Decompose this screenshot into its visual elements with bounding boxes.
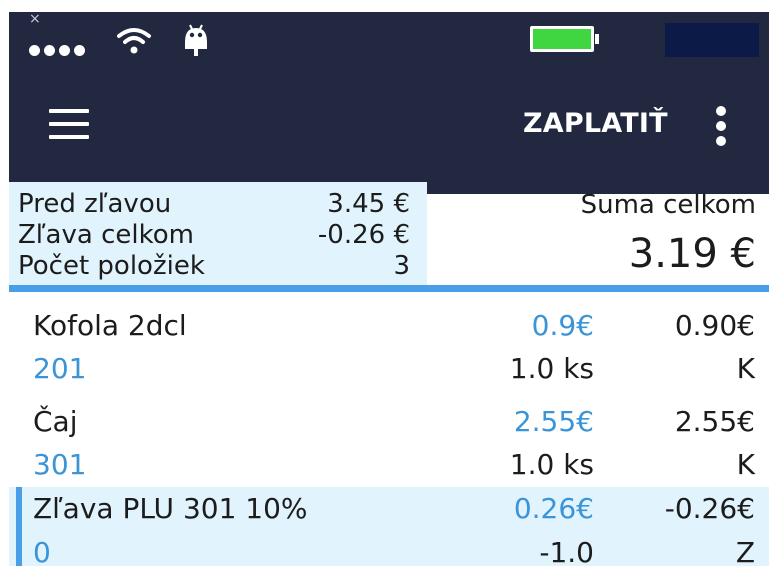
item-total: 0.90€ (674, 309, 755, 342)
receipt-item[interactable]: Kofola 2dcl 0.9€ 0.90€ 201 1.0 ks K (9, 292, 769, 388)
selection-accent (16, 487, 22, 566)
subtotal-value: 3.45 € (327, 189, 410, 219)
item-total: 2.55€ (674, 405, 755, 438)
more-vert-icon[interactable] (709, 104, 733, 148)
signal-strength-icon (29, 45, 85, 56)
battery-icon (530, 26, 599, 52)
subtotal-label: Pred zľavou (18, 189, 172, 219)
receipt-item-discount[interactable]: Zľava PLU 301 10% 0.26€ -0.26€ 0 -1.0 Z (9, 487, 769, 569)
item-plu: 301 (33, 448, 87, 481)
discount-total-value: -0.26 € (317, 220, 410, 250)
item-total: -0.26€ (664, 492, 755, 525)
item-count-label: Počet položiek (18, 251, 205, 281)
status-bar: × (9, 12, 769, 64)
item-plu: 201 (33, 352, 87, 385)
status-indicator-block (665, 23, 759, 57)
item-plu: 0 (33, 536, 51, 569)
receipt-item[interactable]: Čaj 2.55€ 2.55€ 301 1.0 ks K (9, 388, 769, 484)
item-quantity: 1.0 ks (509, 352, 594, 385)
grand-total-label: Suma celkom (580, 190, 756, 220)
item-quantity: -1.0 (539, 536, 594, 569)
item-unit-price: 0.26€ (513, 492, 594, 525)
item-unit-price: 0.9€ (531, 309, 594, 342)
discount-total-label: Zľava celkom (18, 220, 194, 250)
close-notification-icon: × (29, 11, 41, 27)
app-toolbar: ZAPLATIŤ (9, 64, 769, 194)
wifi-icon (117, 28, 151, 54)
item-tax-code: K (736, 448, 755, 481)
android-debug-icon (185, 24, 207, 56)
item-tax-code: K (736, 352, 755, 385)
item-name: Čaj (33, 405, 78, 438)
item-name: Zľava PLU 301 10% (33, 492, 308, 525)
item-count-value: 3 (393, 251, 410, 281)
hamburger-menu-icon[interactable] (49, 109, 89, 139)
item-unit-price: 2.55€ (513, 405, 594, 438)
pay-button[interactable]: ZAPLATIŤ (523, 108, 668, 140)
grand-total-value: 3.19 € (628, 231, 756, 277)
item-tax-code: Z (735, 536, 755, 569)
summary-divider (9, 285, 769, 292)
item-name: Kofola 2dcl (33, 309, 187, 342)
item-quantity: 1.0 ks (509, 448, 594, 481)
